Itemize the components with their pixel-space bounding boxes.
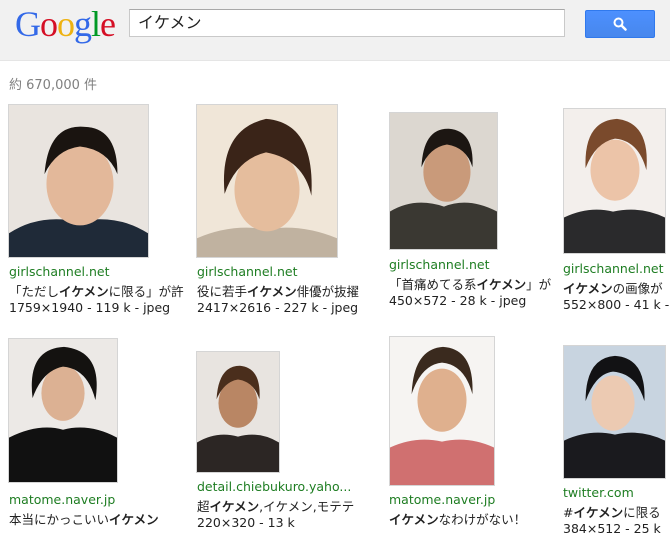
result-site[interactable]: girlschannel.net [563,261,663,276]
result-thumbnail[interactable] [563,345,666,479]
title-keyword: イケメン [573,505,624,520]
title-keyword: イケメン [389,512,439,527]
logo-letter: G [15,4,41,44]
result-thumbnail[interactable] [389,112,498,250]
result-meta: 450×572 - 28 k - jpeg [389,293,527,308]
title-text: # [563,505,574,520]
logo-letter: o [57,4,75,44]
result-site[interactable]: girlschannel.net [197,264,297,279]
title-text: の画像が [612,281,663,296]
result-meta: 552×800 - 41 k - [563,297,670,312]
title-text: 役に若手 [197,284,248,299]
result-title[interactable]: 「ただしイケメンに限る」が許 [9,281,184,300]
result-title[interactable]: #イケメンに限る [563,502,661,521]
title-text: に限る [623,505,661,520]
logo-letter: o [40,4,58,44]
title-text: 」が [526,277,552,292]
result-meta: 220×320 - 13 k [197,515,295,530]
result-site[interactable]: girlschannel.net [9,264,109,279]
result-meta: 384×512 - 25 k [563,521,661,536]
title-text: 超 [197,499,210,514]
search-icon [613,17,627,31]
result-title[interactable]: イケメンの画像が [563,278,663,297]
title-text: 俳優が抜擢 [296,284,360,299]
result-title[interactable]: 本当にかっこいいイケメン [9,509,159,528]
result-meta: 2417×2616 - 227 k - jpeg [197,300,359,315]
logo-letter: e [100,4,116,44]
result-title[interactable]: 「首痛めてる系イケメン」が [389,274,551,293]
result-title[interactable]: 役に若手イケメン俳優が抜擢 [197,281,359,300]
result-thumbnail[interactable] [8,104,149,258]
search-input[interactable]: イケメン [129,9,565,37]
search-button[interactable] [585,10,655,38]
title-text: ,イケメン,モテテ [259,499,355,514]
logo-letter: g [74,4,92,44]
title-text: 「ただし [9,284,60,299]
search-header: Google イケメン [0,0,670,61]
title-keyword: イケメン [563,281,613,296]
result-site[interactable]: girlschannel.net [389,257,489,272]
logo-letter: l [91,4,101,44]
title-text: に限る」が許 [108,284,184,299]
result-stats: 約 670,000 件 [9,78,98,93]
result-title[interactable]: 超イケメン,イケメン,モテテ [197,496,354,515]
title-text: 「首痛めてる系 [389,277,477,292]
result-site[interactable]: detail.chiebukuro.yaho... [197,479,351,494]
title-text: 本当にかっこいい [9,512,110,527]
result-thumbnail[interactable] [196,104,338,258]
result-meta: 1759×1940 - 119 k - jpeg [9,300,171,315]
result-thumbnail[interactable] [8,338,118,483]
title-keyword: イケメン [59,284,109,299]
title-keyword: イケメン [209,499,260,514]
result-thumbnail[interactable] [196,351,280,473]
result-thumbnail[interactable] [563,108,666,254]
google-logo[interactable]: Google [15,4,116,44]
title-text: なわけがない！ [438,512,527,527]
result-site[interactable]: twitter.com [563,485,634,500]
result-site[interactable]: matome.naver.jp [9,492,115,507]
result-thumbnail[interactable] [389,336,495,486]
title-keyword: イケメン [109,512,159,527]
result-site[interactable]: matome.naver.jp [389,492,495,507]
title-keyword: イケメン [476,277,527,292]
title-keyword: イケメン [247,284,297,299]
result-title[interactable]: イケメンなわけがない！ [389,509,526,528]
